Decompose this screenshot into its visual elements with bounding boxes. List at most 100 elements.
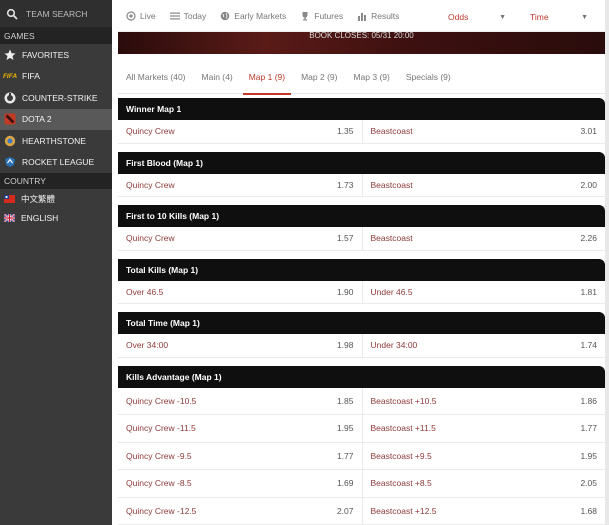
nav-live[interactable]: Live [126,11,156,21]
market-winner-map-1: Winner Map 1 Quincy Crew 1.35 Beastcoast 3… [118,98,605,144]
tab-map-3[interactable]: Map 3 (9) [353,60,389,94]
odds-value: 1.35 [336,126,354,137]
bet-option-left[interactable]: Quincy Crew -12.5 2.07 [118,498,362,525]
hearthstone-icon [4,135,16,147]
bet-option-left[interactable]: Quincy Crew -10.5 1.85 [118,388,362,415]
bet-option-left[interactable]: Over 34:00 1.98 [118,334,362,357]
market-title: Total Kills (Map 1) [118,258,605,281]
odds-value: 2.07 [336,505,354,516]
bar-chart-icon [357,11,367,21]
language-label: ENGLISH [21,212,59,223]
sidebar-item-fifa[interactable]: FIFA FIFA [0,66,112,88]
odds-value: 1.98 [336,340,354,351]
search-input[interactable] [26,8,106,19]
nav-results[interactable]: Results [357,11,399,21]
selection-label: Beastcoast [370,233,413,244]
list-icon [169,11,180,21]
bet-option-right[interactable]: Beastcoast +11.5 1.77 [361,415,606,442]
sidebar-item-label: COUNTER-STRIKE [22,92,98,103]
tab-map-2[interactable]: Map 2 (9) [301,60,337,94]
market-title: Kills Advantage (Map 1) [118,365,605,388]
market-row: Over 46.5 1.90 Under 46.5 1.81 [118,280,606,304]
odds-select-value: Odds [448,12,469,22]
sidebar-item-hearthstone[interactable]: HEARTHSTONE [0,130,112,152]
market-kills-advantage: Kills Advantage (Map 1) Quincy Crew -10.… [118,365,606,525]
market-first-blood: First Blood (Map 1) Quincy Crew 1.73 Beas… [118,151,606,197]
selection-label: Quincy Crew [126,233,175,244]
sidebar-item-counter-strike[interactable]: COUNTER-STRIKE [0,87,112,109]
tab-specials[interactable]: Specials (9) [406,60,451,94]
fifa-icon: FIFA [2,72,18,80]
bet-option-right[interactable]: Beastcoast +10.5 1.86 [361,387,606,414]
markets-list: Winner Map 1 Quincy Crew 1.35 Beastcoast 3… [118,98,605,525]
match-banner: BOOK CLOSES: 05/31 20:00 [118,32,605,54]
odds-value: 2.26 [580,233,597,244]
odds-value: 1.77 [580,423,597,434]
market-row: Quincy Crew 1.35 Beastcoast 3.01 [118,120,605,144]
trophy-icon [300,11,310,21]
bet-option-right[interactable]: Beastcoast 3.01 [361,120,606,143]
time-select[interactable]: Time ▼ [526,8,592,26]
bet-option-left[interactable]: Quincy Crew 1.73 [118,174,362,197]
bet-option-left[interactable]: Over 46.5 1.90 [118,281,362,304]
bet-option-right[interactable]: Beastcoast 2.00 [361,173,606,196]
selection-label: Quincy Crew -12.5 [126,505,197,516]
bet-option-left[interactable]: Quincy Crew -8.5 1.69 [118,470,362,497]
selection-label: Over 34:00 [126,340,169,351]
odds-value: 1.57 [336,233,354,244]
market-first-to-10-kills: First to 10 Kills (Map 1) Quincy Crew 1.5… [118,205,605,251]
games-header: GAMES [0,28,112,44]
language-label: 中文繁體 [21,193,56,204]
market-total-time: Total Time (Map 1) Over 34:00 1.98 Under … [118,312,605,358]
nav-label: Today [183,10,207,21]
sidebar-item-label: DOTA 2 [22,114,52,125]
sidebar-item-label: FAVORITES [22,49,70,60]
bet-option-left[interactable]: Quincy Crew -9.5 1.77 [118,443,362,470]
sidebar-item-favorites[interactable]: FAVORITES [0,44,112,66]
search-icon[interactable] [6,8,18,20]
bet-option-left[interactable]: Quincy Crew 1.35 [118,120,362,143]
taiwan-flag-icon [4,194,15,203]
market-title: Winner Map 1 [118,98,605,120]
selection-label: Quincy Crew -10.5 [126,395,197,406]
nav-today[interactable]: Today [169,10,207,21]
odds-value: 1.81 [580,286,597,297]
tab-map-1[interactable]: Map 1 (9) [242,60,292,95]
market-title: First to 10 Kills (Map 1) [118,205,605,227]
sidebar-item-rocket-league[interactable]: ROCKET LEAGUE [0,152,112,174]
selection-label: Over 46.5 [126,286,164,297]
top-nav: Live Today Early Markets Futures Results… [118,0,609,32]
bet-option-left[interactable]: Quincy Crew 1.57 [118,227,362,250]
bet-option-right[interactable]: Beastcoast 2.26 [361,227,606,250]
selection-label: Quincy Crew -11.5 [126,423,196,434]
market-title: Total Time (Map 1) [118,312,605,334]
bet-option-right[interactable]: Beastcoast +9.5 1.95 [361,442,606,469]
sidebar-item-english[interactable]: ENGLISH [0,208,112,227]
sidebar-item-dota2[interactable]: DOTA 2 [0,108,112,130]
tab-all-markets[interactable]: All Markets (40) [126,60,186,94]
tab-main[interactable]: Main (4) [202,60,233,94]
bet-option-right[interactable]: Under 46.5 1.81 [361,280,606,303]
selection-label: Under 46.5 [370,286,413,297]
odds-select[interactable]: Odds ▼ [444,8,510,26]
team-search [0,0,112,28]
bet-option-left[interactable]: Quincy Crew -11.5 1.95 [118,415,362,442]
market-row: Quincy Crew 1.57 Beastcoast 2.26 [118,227,605,251]
globe-icon [220,11,230,21]
market-row: Quincy Crew -11.5 1.95 Beastcoast +11.5 1.… [118,415,605,443]
odds-value: 1.95 [336,423,354,434]
counter-strike-icon [4,92,16,104]
odds-value: 1.85 [336,395,354,406]
bet-option-right[interactable]: Under 34:00 1.74 [361,334,606,357]
scrollbar[interactable] [605,0,609,525]
chevron-down-icon: ▼ [581,13,588,21]
nav-futures[interactable]: Futures [300,11,343,21]
bet-option-right[interactable]: Beastcoast +12.5 1.68 [361,497,606,524]
odds-value: 1.90 [336,286,354,297]
nav-early-markets[interactable]: Early Markets [220,11,286,21]
sidebar-item-chinese[interactable]: 中文繁體 [0,189,112,208]
selection-label: Quincy Crew [126,126,175,137]
market-title: First Blood (Map 1) [118,151,605,174]
bet-option-right[interactable]: Beastcoast +8.5 2.05 [361,470,606,497]
odds-value: 1.74 [580,340,597,351]
